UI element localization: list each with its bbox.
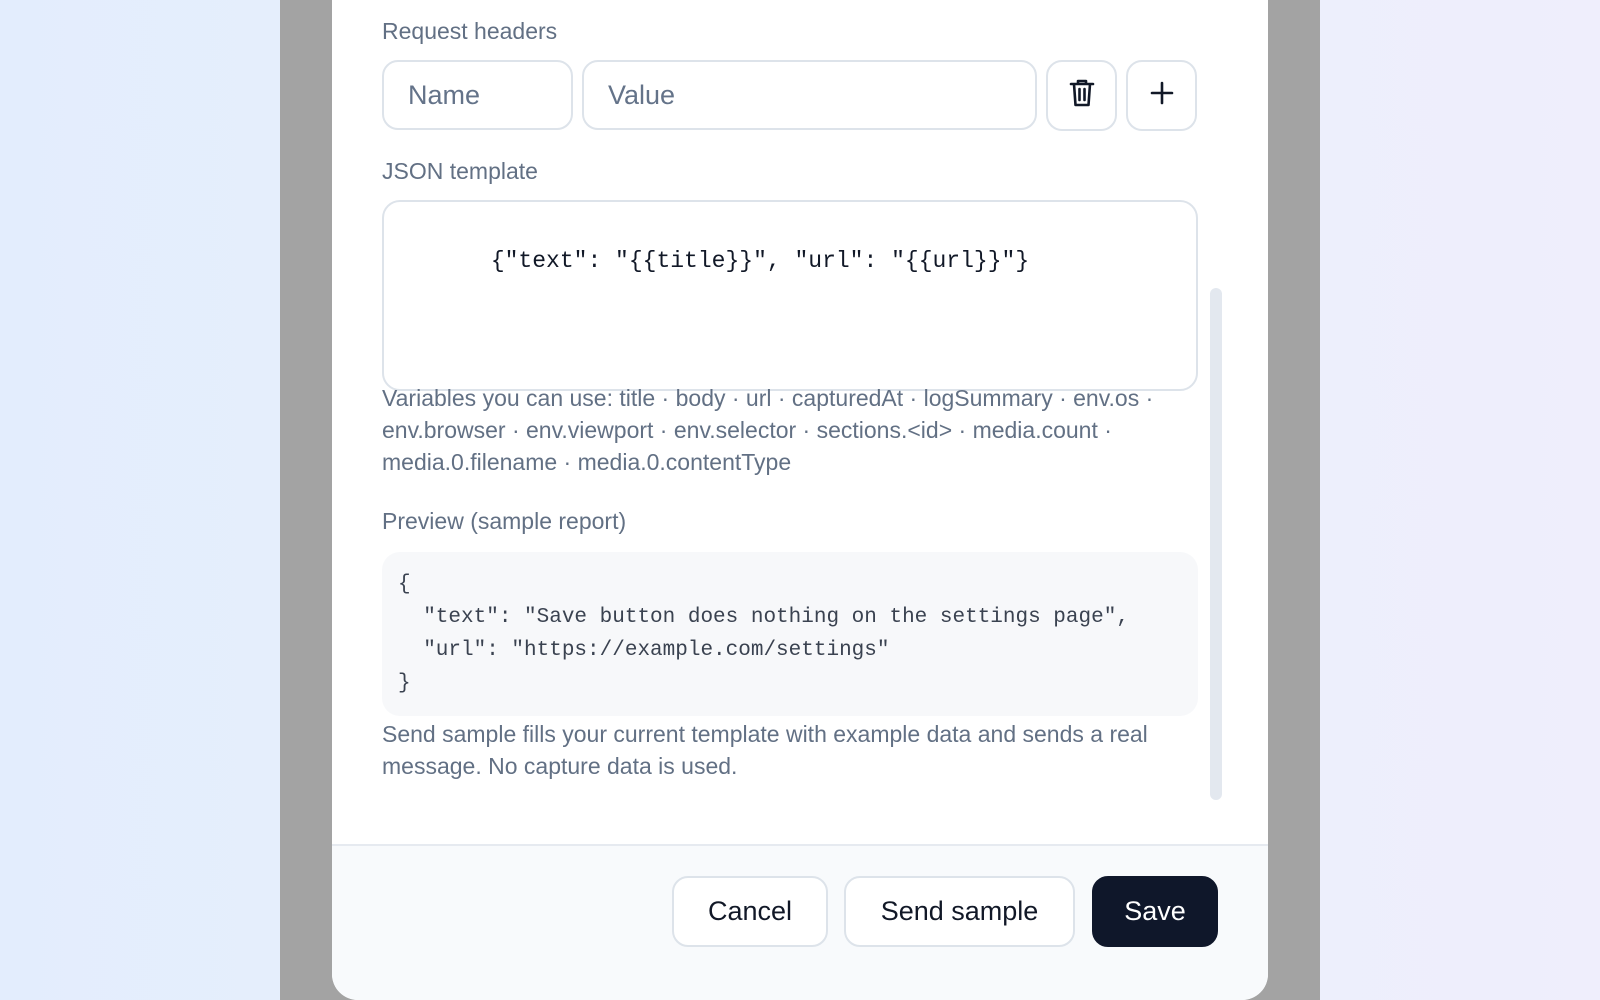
json-template-textarea[interactable]: {"text": "{{title}}", "url": "{{url}}"}	[382, 200, 1198, 391]
webhook-settings-dialog: Request headers Name Value JSON template	[332, 0, 1268, 1000]
request-headers-label: Request headers	[382, 18, 558, 44]
send-sample-note: Send sample fills your current template …	[382, 721, 1148, 779]
delete-header-button[interactable]	[1046, 60, 1117, 131]
trash-icon	[1068, 78, 1096, 113]
dialog-scrollbar[interactable]	[1210, 288, 1222, 800]
preview-label: Preview (sample report)	[382, 508, 627, 534]
plus-icon	[1149, 80, 1175, 111]
variables-hint: Variables you can use: title · body · ur…	[382, 385, 1154, 475]
dialog-footer: Cancel Send sample Save	[332, 844, 1268, 1000]
json-template-label: JSON template	[382, 158, 538, 184]
header-name-input[interactable]: Name	[382, 60, 573, 130]
send-sample-button[interactable]: Send sample	[844, 876, 1075, 947]
cancel-button[interactable]: Cancel	[672, 876, 828, 947]
header-value-input[interactable]: Value	[582, 60, 1037, 130]
preview-code-block: { "text": "Save button does nothing on t…	[382, 552, 1198, 716]
save-button[interactable]: Save	[1092, 876, 1218, 947]
json-template-value: {"text": "{{title}}", "url": "{{url}}"}	[490, 248, 1030, 274]
add-header-button[interactable]	[1126, 60, 1197, 131]
dialog-body: Request headers Name Value JSON template	[332, 0, 1268, 844]
